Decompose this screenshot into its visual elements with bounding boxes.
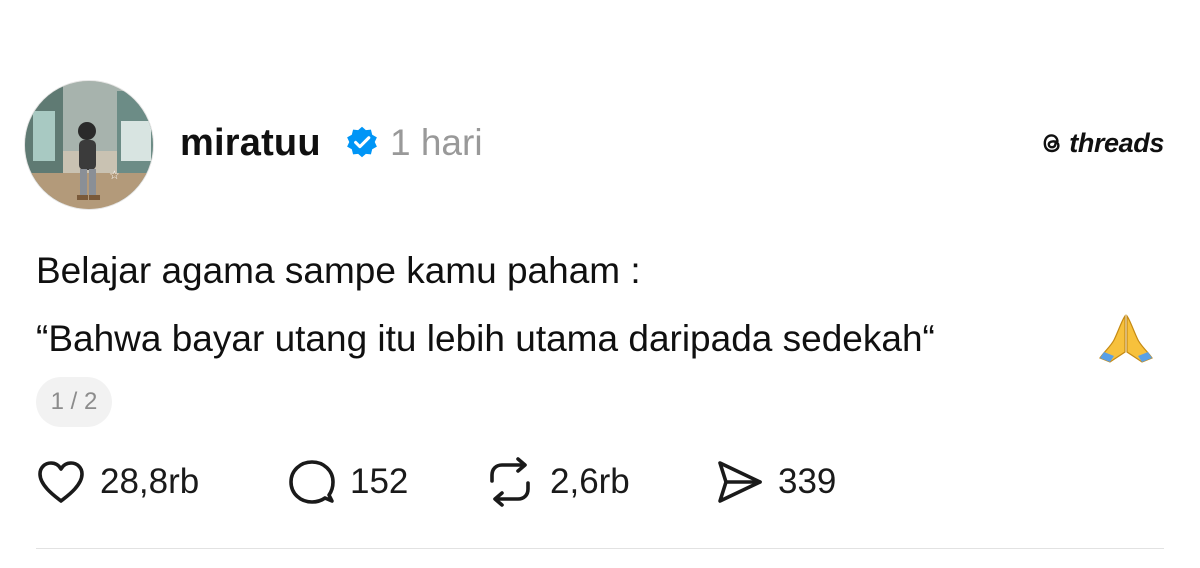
repost-count: 2,6rb bbox=[550, 462, 630, 501]
threads-post: ☆ miratuu 1 hari threads Belajar agama s… bbox=[0, 0, 1200, 568]
praying-hands-icon bbox=[1099, 314, 1153, 363]
username[interactable]: miratuu bbox=[180, 120, 321, 166]
post-text-line-1: Belajar agama sampe kamu paham : bbox=[36, 250, 641, 291]
post-timestamp: 1 hari bbox=[390, 122, 483, 163]
svg-text:☆: ☆ bbox=[109, 168, 120, 182]
repost-icon bbox=[490, 457, 530, 507]
threads-wordmark: threads bbox=[1069, 128, 1164, 158]
comment-bubble-icon bbox=[289, 460, 335, 504]
image-pager-indicator[interactable]: 1 / 2 bbox=[36, 377, 112, 427]
send-icon bbox=[718, 461, 762, 503]
threads-logo-icon bbox=[1043, 134, 1060, 153]
reply-count: 152 bbox=[350, 462, 409, 501]
avatar[interactable]: ☆ bbox=[24, 80, 154, 210]
bottom-divider bbox=[36, 548, 1164, 549]
threads-brand: threads bbox=[1039, 126, 1164, 160]
like-button[interactable]: 28,8rb bbox=[36, 454, 199, 510]
avatar-photo: ☆ bbox=[25, 81, 153, 209]
heart-icon bbox=[38, 461, 84, 503]
share-count: 339 bbox=[778, 462, 837, 501]
repost-button[interactable]: 2,6rb bbox=[484, 454, 630, 510]
share-button[interactable]: 339 bbox=[714, 454, 836, 510]
reply-button[interactable]: 152 bbox=[288, 454, 408, 510]
post-text-line-2: “Bahwa bayar utang itu lebih utama darip… bbox=[36, 318, 935, 359]
verified-badge-icon bbox=[347, 126, 377, 158]
like-count: 28,8rb bbox=[100, 462, 200, 501]
